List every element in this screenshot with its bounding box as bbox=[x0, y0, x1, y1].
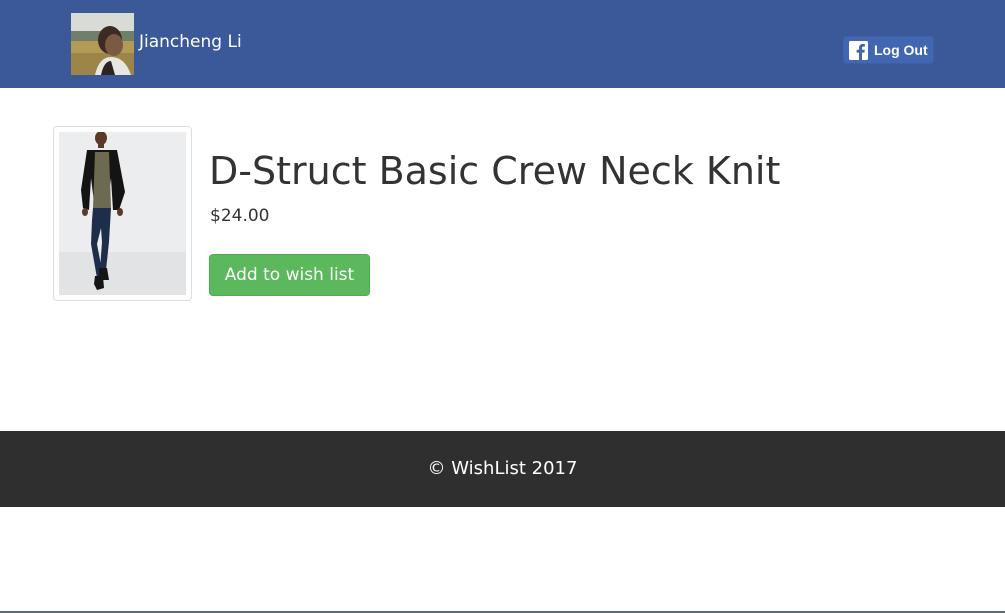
top-navbar: Jiancheng Li Log Out bbox=[0, 0, 1005, 88]
product-price: $24.00 bbox=[210, 206, 270, 226]
avatar bbox=[71, 13, 134, 75]
add-to-wish-list-button[interactable]: Add to wish list bbox=[209, 254, 370, 296]
product-title: D-Struct Basic Crew Neck Knit bbox=[209, 149, 781, 193]
logout-button[interactable]: Log Out bbox=[843, 36, 934, 64]
footer: © WishList 2017 bbox=[0, 431, 1005, 507]
facebook-icon bbox=[849, 40, 868, 60]
footer-copyright: © WishList 2017 bbox=[427, 458, 578, 479]
product-thumbnail bbox=[53, 126, 192, 301]
page: Jiancheng Li Log Out D-Struct Basic Crew… bbox=[0, 0, 1005, 613]
user-name: Jiancheng Li bbox=[139, 32, 242, 52]
logout-label: Log Out bbox=[874, 42, 928, 58]
user-profile: Jiancheng Li bbox=[71, 13, 242, 75]
product-image bbox=[59, 132, 186, 295]
